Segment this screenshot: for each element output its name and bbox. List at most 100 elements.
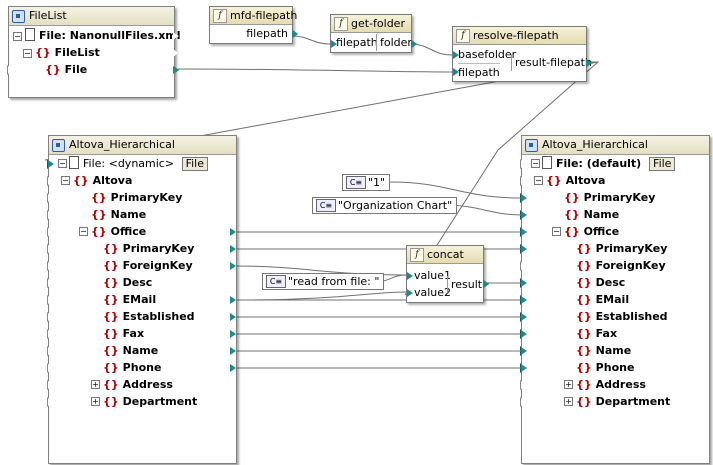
constant-read-from-file[interactable]: C≡ "read from file: " (262, 273, 385, 290)
output-pin[interactable] (229, 346, 236, 356)
input-pin[interactable] (47, 227, 54, 237)
output-pin[interactable] (410, 39, 417, 49)
input-pin[interactable] (520, 227, 527, 237)
output-pin[interactable] (229, 397, 236, 407)
tree-item-name[interactable]: {} Name (564, 206, 619, 223)
input-pin[interactable] (47, 346, 54, 356)
tree-item-desc[interactable]: {} Desc (103, 274, 152, 291)
output-pin[interactable] (229, 329, 236, 339)
file-button[interactable]: File (649, 157, 676, 171)
input-pin[interactable] (520, 278, 527, 288)
tree-item-altova[interactable]: {} Altova (546, 172, 605, 189)
tree-item-fax[interactable]: {} Fax (576, 325, 617, 342)
input-pin[interactable] (47, 278, 54, 288)
input-pin[interactable] (47, 159, 54, 169)
file-button[interactable]: File (181, 157, 208, 171)
tree-item-phone[interactable]: {} Phone (576, 359, 634, 376)
output-pin[interactable] (585, 58, 592, 68)
input-pin[interactable] (520, 193, 527, 203)
input-pin[interactable] (47, 329, 54, 339)
mfd-filepath-function[interactable]: f mfd-filepath filepath (209, 6, 298, 44)
tree-item-primarykey[interactable]: {} PrimaryKey (103, 240, 194, 257)
tree-item-department[interactable]: {} Department (103, 393, 197, 410)
input-pin[interactable] (520, 244, 527, 254)
tree-item-primarykey[interactable]: {} PrimaryKey (91, 189, 182, 206)
input-pin[interactable] (520, 159, 527, 169)
input-pin[interactable] (520, 329, 527, 339)
expand-toggle[interactable]: + (91, 397, 100, 406)
collapse-toggle[interactable]: − (531, 159, 540, 168)
tree-item-foreignkey[interactable]: {} ForeignKey (576, 257, 666, 274)
input-pin[interactable] (47, 261, 54, 271)
tree-item-established[interactable]: {} Established (576, 308, 668, 325)
output-pin[interactable] (229, 193, 236, 203)
get-folder-function[interactable]: f get-folder filepath folder (330, 14, 417, 53)
resolve-filepath-function[interactable]: f resolve-filepath basefolder filepath re… (452, 26, 592, 82)
filelist-component[interactable]: FileList − File: NanonullFiles.xml − {} F… (7, 6, 181, 98)
file-row[interactable]: File: (default) File (542, 155, 676, 172)
output-pin[interactable] (229, 159, 236, 169)
output-pin[interactable] (229, 227, 236, 237)
input-pin[interactable] (47, 176, 54, 186)
output-pin[interactable] (702, 193, 709, 203)
output-pin[interactable] (702, 363, 709, 373)
input-pin[interactable] (520, 176, 527, 186)
input-pin[interactable] (47, 295, 54, 305)
input-pin[interactable] (520, 380, 527, 390)
output-pin[interactable] (702, 295, 709, 305)
target-component[interactable]: Altova_Hierarchical − File: (default) Fi… (520, 135, 710, 464)
output-pin[interactable] (702, 346, 709, 356)
file-row[interactable]: File: <dynamic> File (69, 155, 208, 172)
concat-function[interactable]: f concat value1 value2 result (406, 245, 489, 303)
source-component[interactable]: Altova_Hierarchical − File: <dynamic> Fi… (47, 135, 237, 464)
input-pin[interactable] (7, 65, 14, 75)
input-pin[interactable] (452, 67, 459, 77)
output-pin[interactable] (229, 261, 236, 271)
filelist-file-row[interactable]: File: NanonullFiles.xml (25, 27, 181, 44)
collapse-toggle[interactable]: − (13, 32, 22, 41)
tree-item-established[interactable]: {} Established (103, 308, 195, 325)
collapse-toggle[interactable]: − (79, 227, 88, 236)
input-pin[interactable] (520, 346, 527, 356)
tree-item-address[interactable]: {} Address (103, 376, 173, 393)
collapse-toggle[interactable]: − (23, 49, 32, 58)
input-pin[interactable] (452, 50, 459, 60)
tree-item-name[interactable]: {} Name (576, 342, 631, 359)
output-pin[interactable] (172, 65, 179, 75)
input-pin[interactable] (520, 261, 527, 271)
output-pin[interactable] (291, 29, 298, 39)
input-pin[interactable] (520, 363, 527, 373)
output-pin[interactable] (482, 279, 489, 289)
tree-item-foreignkey[interactable]: {} ForeignKey (103, 257, 193, 274)
tree-item-primarykey[interactable]: {} PrimaryKey (576, 240, 667, 257)
input-pin[interactable] (47, 363, 54, 373)
input-pin[interactable] (406, 288, 413, 298)
output-pin[interactable] (172, 48, 179, 58)
tree-item-desc[interactable]: {} Desc (576, 274, 625, 291)
output-pin[interactable] (229, 380, 236, 390)
input-pin[interactable] (520, 312, 527, 322)
target-title[interactable]: Altova_Hierarchical (522, 136, 709, 155)
output-pin[interactable] (702, 227, 709, 237)
filelist-file-element[interactable]: {} File (45, 61, 87, 78)
output-pin[interactable] (229, 295, 236, 305)
tree-item-email[interactable]: {} EMail (103, 291, 156, 308)
input-pin[interactable] (47, 193, 54, 203)
tree-item-phone[interactable]: {} Phone (103, 359, 161, 376)
output-pin[interactable] (229, 312, 236, 322)
output-pin[interactable] (229, 176, 236, 186)
output-pin[interactable] (229, 210, 236, 220)
input-pin[interactable] (520, 397, 527, 407)
tree-item-department[interactable]: {} Department (576, 393, 670, 410)
collapse-toggle[interactable]: − (534, 176, 543, 185)
input-pin[interactable] (520, 210, 527, 220)
output-pin[interactable] (702, 329, 709, 339)
output-pin[interactable] (229, 278, 236, 288)
tree-item-name[interactable]: {} Name (103, 342, 158, 359)
constant-organization-chart[interactable]: C≡ "Organization Chart" (312, 197, 458, 214)
tree-item-fax[interactable]: {} Fax (103, 325, 144, 342)
output-pin[interactable] (229, 244, 236, 254)
input-pin[interactable] (47, 210, 54, 220)
output-pin[interactable] (702, 176, 709, 186)
output-pin[interactable] (172, 31, 179, 41)
